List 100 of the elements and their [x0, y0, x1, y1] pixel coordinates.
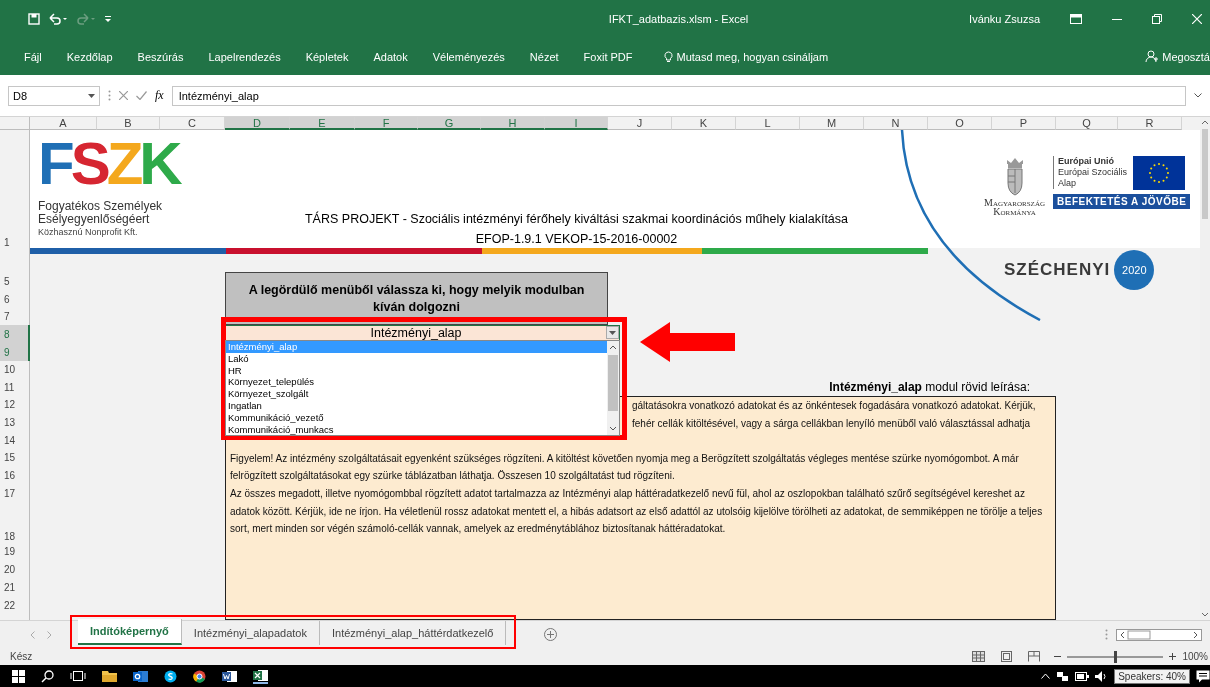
ribbon-tab[interactable]: Adatok: [373, 50, 408, 63]
ribbon-tab[interactable]: Lapelrendezés: [208, 50, 281, 63]
vertical-scrollbar[interactable]: [1200, 117, 1210, 620]
column-header[interactable]: N: [864, 117, 928, 130]
column-header[interactable]: J: [608, 117, 672, 130]
add-sheet-icon[interactable]: [544, 628, 558, 641]
insert-function-button[interactable]: fx: [155, 88, 164, 103]
separator-dots-icon: [1105, 629, 1108, 640]
check-icon[interactable]: [136, 91, 147, 100]
logo-wordmark: FSZK: [38, 132, 181, 196]
dropdown-button[interactable]: [606, 326, 619, 339]
ribbon-tab[interactable]: Nézet: [529, 50, 559, 63]
zoom-out-icon[interactable]: [1054, 653, 1062, 660]
column-header[interactable]: R: [1118, 117, 1182, 130]
description-paragraph: Az összes megadott, illetve nyomógombbal rögzített adatot tartalmazza az Intézményi alap háttéradatkezelő nevű fül, ahol az oszlopokban található szűrő segítségével kereshet az adatok között. Kérjük, ide ne írjon. Ha véletlenül rossz adatokat mentett el, a hibás adatsort az első adattól az utolsóig kijelölve törölheti az adatokat, de semmiképpen ne törölje a teljes sort, mert minden sor végén számoló-cellák vannak, amelyek az eredménytáblához biztosítanak háttéradatokat.: [230, 486, 1044, 537]
window-title: IFKT_adatbazis.xlsm - Excel: [607, 13, 750, 25]
person-icon[interactable]: [1145, 50, 1159, 63]
restore-icon[interactable]: [1152, 14, 1162, 24]
volume-tooltip: Speakers: 40%: [1114, 668, 1190, 684]
government-name: Magyarország Kormánya: [984, 198, 1045, 216]
dropdown-option[interactable]: Környezet_szolgált: [226, 388, 311, 400]
program-name: SZÉCHENYI: [1004, 260, 1111, 280]
ribbon-tab[interactable]: Beszúrás: [137, 50, 184, 63]
program-year-badge: 2020: [1114, 250, 1155, 290]
ribbon-tab[interactable]: Kezdőlap: [66, 50, 113, 63]
column-header[interactable]: D: [225, 117, 290, 130]
ribbon-tab[interactable]: Fájl: [24, 50, 42, 63]
user-name: Ivánku Zsuzsa: [969, 13, 1040, 25]
search-icon[interactable]: [41, 669, 54, 683]
column-header[interactable]: L: [736, 117, 800, 130]
zoom-in-icon[interactable]: [1169, 653, 1177, 660]
browser-icon[interactable]: [193, 669, 206, 683]
expand-caret-icon[interactable]: [1194, 93, 1202, 98]
formula-field[interactable]: Intézményi_alap: [171, 85, 1186, 106]
column-header[interactable]: O: [928, 117, 992, 130]
horizontal-scrollbar[interactable]: [1116, 628, 1202, 641]
ribbon-tab[interactable]: Képletek: [305, 50, 349, 63]
eu-fund-name: Európai Unió Európai Szociális Alap: [1053, 156, 1128, 189]
eu-flag-icon: [1133, 156, 1186, 190]
dropdown-option[interactable]: Környezet_település: [226, 376, 317, 389]
column-header[interactable]: G: [418, 117, 481, 130]
description-line: fehér cellák kitöltésével, vagy a sárga cellákban lenyíló menüből való választással adhatja: [632, 416, 1030, 431]
status-text: Kész: [10, 651, 34, 662]
mail-app-icon[interactable]: [133, 669, 148, 683]
spreadsheet-app-icon[interactable]: [253, 668, 268, 684]
column-header[interactable]: B: [97, 117, 160, 130]
zoom-level: 100%: [1182, 651, 1208, 662]
folder-icon[interactable]: [102, 670, 117, 682]
row-header[interactable]: 8: [0, 325, 30, 343]
notifications-icon[interactable]: [1196, 669, 1210, 683]
organization-name: Fogyatékos Személyek Esélyegyenlőségéert: [38, 200, 164, 226]
column-header[interactable]: M: [800, 117, 864, 130]
column-header[interactable]: E: [290, 117, 355, 130]
row-header[interactable]: 9: [0, 343, 30, 361]
speaker-icon[interactable]: [1095, 670, 1109, 682]
project-title: TÁRS PROJEKT - Szociális intézményi férőhely kiváltási szakmai koordinációs műhely kialakítása: [305, 212, 848, 226]
normal-view-icon[interactable]: [972, 651, 986, 662]
organization-type: Közhasznú Nonprofit Kft.: [38, 227, 139, 237]
column-header[interactable]: I: [545, 117, 608, 130]
undo-icon[interactable]: [48, 13, 68, 25]
cell-reference: D8: [13, 89, 28, 102]
network-icon[interactable]: [1056, 670, 1070, 682]
battery-icon[interactable]: [1075, 671, 1090, 681]
investment-banner: BEFEKTETÉS A JÖVŐBE: [1053, 194, 1191, 209]
column-header[interactable]: C: [160, 117, 225, 130]
ribbon-tab[interactable]: Foxit PDF: [583, 50, 633, 63]
chevron-up-icon[interactable]: [1041, 673, 1051, 679]
column-header[interactable]: H: [481, 117, 545, 130]
share-button[interactable]: Megosztá: [1162, 50, 1210, 63]
column-header[interactable]: A: [30, 117, 97, 130]
page-layout-icon[interactable]: [1001, 651, 1013, 662]
cancel-icon[interactable]: [119, 91, 128, 100]
caret-icon: [609, 330, 616, 335]
column-header[interactable]: F: [355, 117, 418, 130]
tell-me-field[interactable]: Mutasd meg, hogyan csináljam: [676, 50, 829, 63]
project-code: EFOP-1.9.1 VEKOP-15-2016-00002: [475, 232, 678, 246]
ribbon-display-icon[interactable]: [1070, 14, 1082, 24]
sheet-tab[interactable]: Indítóképernyő: [78, 618, 182, 645]
column-header[interactable]: P: [992, 117, 1056, 130]
column-header[interactable]: Q: [1056, 117, 1118, 130]
windows-logo-icon[interactable]: [12, 669, 25, 683]
ribbon-tab[interactable]: Véleményezés: [432, 50, 505, 63]
dropdown-option[interactable]: Kommunikáció_vezető: [226, 411, 326, 424]
lightbulb-icon[interactable]: [663, 50, 673, 63]
caret-icon[interactable]: [88, 93, 95, 98]
description-heading: Intézményi_alap modul rövid leírása:: [828, 380, 1031, 394]
customize-caret-icon[interactable]: [104, 14, 112, 24]
task-view-icon[interactable]: [70, 670, 86, 682]
close-icon[interactable]: [1192, 14, 1202, 24]
column-header[interactable]: K: [672, 117, 736, 130]
chat-app-icon[interactable]: [164, 669, 177, 683]
save-icon[interactable]: [28, 13, 40, 25]
word-app-icon[interactable]: [222, 669, 237, 683]
redo-icon: [76, 13, 96, 25]
sheet-tab[interactable]: Intézményi_alapadatok: [181, 620, 320, 645]
sheet-tab[interactable]: Intézményi_alap_háttérdatkezelő: [320, 620, 507, 645]
page-break-icon[interactable]: [1028, 651, 1041, 662]
list-scrollbar[interactable]: [607, 341, 619, 435]
name-box[interactable]: D8: [8, 85, 100, 106]
zoom-thumb[interactable]: [1114, 650, 1118, 663]
